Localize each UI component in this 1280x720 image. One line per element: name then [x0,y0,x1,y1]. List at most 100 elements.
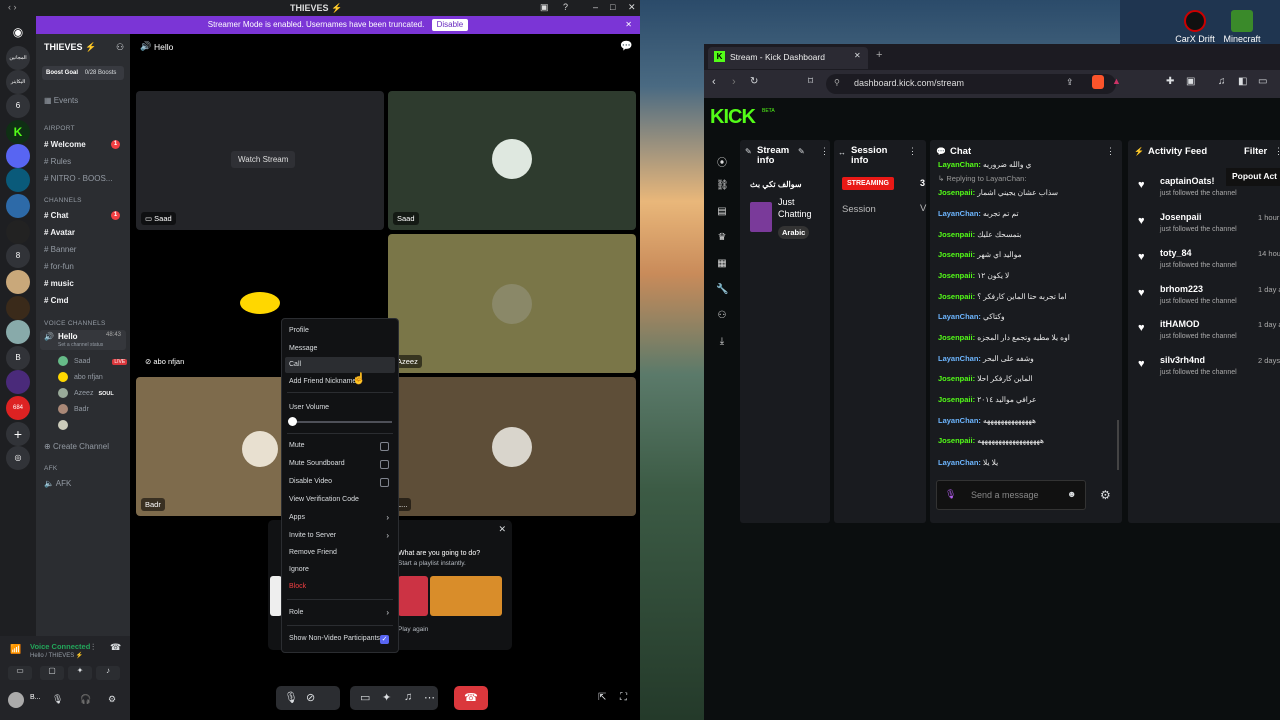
menu-add-nickname[interactable]: Add Friend Nickname [289,378,356,385]
follower-name[interactable]: Josenpaii [1160,212,1202,222]
sidebar-icon[interactable]: ◧ [1238,76,1247,87]
channel-music[interactable]: # music [44,279,74,288]
menu-message[interactable]: Message [289,345,317,352]
fullscreen-icon[interactable]: ⛶ [620,692,627,703]
disable-button[interactable]: Disable [431,19,469,31]
discover-icon[interactable]: ◎ [6,446,30,470]
chat-username[interactable]: LayanChan: [938,458,981,467]
channel-for-fun[interactable]: # for-fun [44,262,74,271]
kick-server-icon[interactable]: K [6,120,30,144]
chat-username[interactable]: Josenpaii: [938,250,975,259]
channel-chat[interactable]: # Chat 1 [44,211,126,220]
more-vertical-icon[interactable]: ⋮ [1106,146,1115,157]
volume-slider-track[interactable] [290,421,392,423]
chat-username[interactable]: Josenpaii: [938,436,975,445]
brave-shield-icon[interactable] [1092,75,1104,89]
chat-message[interactable]: Josenpaii: بتمسحك عليك [938,230,1021,239]
microphone-icon[interactable]: 🎙 [52,694,63,705]
headphones-icon[interactable]: 🎧 [80,694,91,705]
voice-member[interactable]: Azeez SOUL [74,390,114,397]
chat-message[interactable]: LayanChan: تم تم تجربه [938,209,1019,218]
follower-name[interactable]: silv3rh4nd [1160,355,1205,365]
server-icon[interactable]: 6 [6,94,30,118]
popout-icon[interactable]: ⇱ [598,692,606,703]
inbox-icon[interactable]: ▣ [540,2,549,13]
chat-input[interactable]: 🎙 Send a message ☻ [936,480,1086,510]
follower-name[interactable]: toty_84 [1160,248,1192,258]
game-thumb[interactable] [398,576,428,616]
maximize-icon[interactable]: □ [610,2,615,12]
screenshot-icon[interactable]: ▣ [1186,76,1195,87]
stream-icon[interactable]: ⦿ [716,154,728,169]
voice-member[interactable]: Badr [74,406,89,413]
share-controls[interactable]: ▭ ✦ ♫ ⋯ [350,686,438,710]
media-icon[interactable]: ▦ [716,258,728,270]
chat-message[interactable]: LayanChan: يلا يلا [938,458,998,467]
chat-username[interactable]: Josenpaii: [938,188,975,197]
voice-connected-label[interactable]: Voice Connected [30,642,90,651]
chat-message[interactable]: LayanChan: وشفه على البحر [938,354,1034,363]
channel-welcome[interactable]: # Welcome 1 [44,140,126,149]
kick-logo[interactable]: KICK [710,106,756,129]
mute-checkbox[interactable] [380,442,389,451]
tab-close-icon[interactable]: ✕ [854,51,861,60]
user-avatar[interactable] [8,692,24,708]
back-arrow-icon[interactable]: ‹ [712,76,716,88]
server-name[interactable]: THIEVES ⚡ [44,42,96,53]
camera-icon[interactable]: ▭ [8,666,32,680]
invite-icon[interactable]: ⚇ [116,42,124,53]
users-icon[interactable]: ⚇ [716,310,728,322]
chat-username[interactable]: LayanChan: [938,354,981,363]
menu-ignore[interactable]: Ignore [289,566,309,573]
menu-role[interactable]: Role [289,609,303,616]
noise-icon[interactable]: ⫶ [92,642,94,653]
wallet-icon[interactable]: ▭ [1258,76,1267,87]
soundboard-icon[interactable]: ♪ [96,666,120,680]
chat-message[interactable]: Josenpaii: الماين كارفكر احلا [938,374,1033,383]
menu-verification[interactable]: View Verification Code [289,496,359,503]
chat-username[interactable]: Josenpaii: [938,333,975,342]
show-nonvideo-checkbox[interactable]: ✓ [380,635,389,644]
events-item[interactable]: ▦ Events [44,96,78,105]
category-airport[interactable]: Airport [44,125,75,132]
reload-icon[interactable]: ↻ [750,76,758,87]
server-icon[interactable]: 684 [6,396,30,420]
menu-call[interactable]: Call [289,361,301,368]
banner-close-icon[interactable]: ✕ [625,16,632,34]
menu-mute[interactable]: Mute [289,442,305,449]
stream-tile-saad[interactable]: Watch Stream ▭ Saad [136,91,384,230]
video-tile-azeez[interactable]: Azeez [388,234,636,373]
disconnect-icon[interactable]: ☎ [110,642,121,653]
chat-scrollbar[interactable] [1117,420,1119,470]
category-voice[interactable]: VOICE CHANNELS [44,320,106,327]
chat-username[interactable]: Josenpaii: [938,230,975,239]
game-thumb[interactable] [430,576,502,616]
menu-profile[interactable]: Profile [289,327,309,334]
help-icon[interactable]: ? [563,2,568,12]
chat-message[interactable]: LayanChan: وكتاكي [938,312,1005,321]
microphone-icon[interactable]: 🎙 [945,489,956,500]
video-tile-saad[interactable]: Saad [388,91,636,230]
download-icon[interactable]: ⤓ [716,336,728,348]
extensions-icon[interactable]: ✚ [1166,76,1174,87]
close-icon[interactable]: ✕ [498,524,506,535]
chat-username[interactable]: LayanChan: [938,312,981,321]
server-icon[interactable] [6,144,30,168]
chat-message[interactable]: LayanChan: ي والله ضروريه [938,160,1031,169]
add-server-icon[interactable]: + [6,422,30,446]
chat-username[interactable]: Josenpaii: [938,395,975,404]
chat-username[interactable]: Josenpaii: [938,374,975,383]
follower-name[interactable]: itHAMOD [1160,319,1200,329]
server-icon[interactable]: المجانين [6,46,30,70]
watch-stream-button[interactable]: Watch Stream [231,151,296,168]
music-icon[interactable]: ♫ [1218,76,1226,87]
chat-message[interactable]: Josenpaii: سذاب عشان يجيني اشمار [938,188,1058,197]
channel-rules[interactable]: # Rules [44,157,71,166]
back-icon[interactable]: ‹ › [8,2,17,12]
channel-avatar[interactable]: # Avatar [44,228,75,237]
menu-invite[interactable]: Invite to Server [289,532,336,539]
menu-mute-soundboard[interactable]: Mute Soundboard [289,460,345,467]
server-icon[interactable] [6,220,30,244]
analytics-icon[interactable]: ▤ [716,206,728,218]
menu-disable-video[interactable]: Disable Video [289,478,332,485]
